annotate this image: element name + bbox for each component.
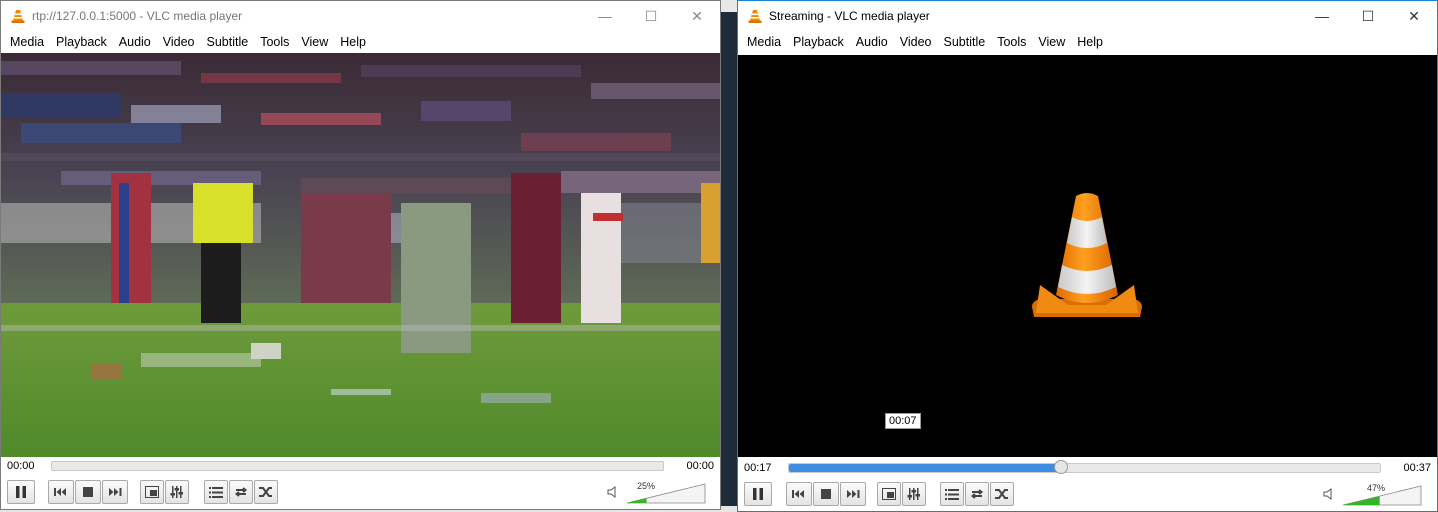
elapsed-time: 00:00 (7, 460, 35, 472)
fullscreen-icon (882, 488, 896, 500)
menu-media[interactable]: Media (4, 31, 50, 53)
stop-button[interactable] (75, 480, 101, 504)
video-area[interactable] (1, 53, 720, 457)
window-title: Streaming - VLC media player (769, 9, 930, 23)
elapsed-time: 00:17 (744, 462, 772, 474)
volume-slider[interactable]: 47% (1341, 483, 1423, 507)
vlc-cone-icon (1032, 193, 1142, 317)
menu-subtitle[interactable]: Subtitle (938, 31, 992, 53)
minimize-button[interactable]: — (1299, 1, 1345, 31)
menu-audio[interactable]: Audio (113, 31, 157, 53)
pause-button[interactable] (744, 482, 772, 506)
stop-button[interactable] (813, 482, 839, 506)
menu-subtitle[interactable]: Subtitle (201, 31, 255, 53)
control-bar: 25% (1, 478, 720, 506)
previous-button[interactable] (48, 480, 74, 504)
close-button[interactable]: ✕ (1391, 1, 1437, 31)
menu-help[interactable]: Help (334, 31, 372, 53)
window-title: rtp://127.0.0.1:5000 - VLC media player (32, 9, 243, 23)
vlc-cone-icon (748, 10, 762, 23)
stop-icon (821, 489, 831, 499)
speaker-icon[interactable] (607, 486, 619, 498)
maximize-button[interactable]: ☐ (628, 1, 674, 31)
next-button[interactable] (102, 480, 128, 504)
extended-settings-button[interactable] (165, 480, 189, 504)
fullscreen-button[interactable] (877, 482, 901, 506)
menu-video[interactable]: Video (894, 31, 938, 53)
total-time: 00:37 (1403, 462, 1431, 474)
menu-help[interactable]: Help (1071, 31, 1109, 53)
shuffle-icon (995, 489, 1008, 499)
next-button[interactable] (840, 482, 866, 506)
volume-slider[interactable]: 25% (625, 481, 707, 505)
shuffle-button[interactable] (990, 482, 1014, 506)
menu-media[interactable]: Media (741, 31, 787, 53)
video-frame (1, 53, 720, 457)
stop-icon (83, 487, 93, 497)
shuffle-button[interactable] (254, 480, 278, 504)
extended-settings-button[interactable] (902, 482, 926, 506)
pause-icon (753, 488, 763, 500)
fullscreen-icon (145, 486, 159, 498)
minimize-button[interactable]: — (582, 1, 628, 31)
menu-playback[interactable]: Playback (50, 31, 113, 53)
seek-slider[interactable] (788, 460, 1381, 474)
menu-bar: Media Playback Audio Video Subtitle Tool… (738, 31, 1437, 53)
pause-icon (16, 486, 26, 498)
seek-progress (789, 464, 1061, 472)
previous-icon (54, 488, 66, 496)
playlist-icon (209, 486, 223, 498)
maximize-button[interactable]: ☐ (1345, 1, 1391, 31)
previous-button[interactable] (786, 482, 812, 506)
menu-view[interactable]: View (1032, 31, 1071, 53)
loop-button[interactable] (229, 480, 253, 504)
vlc-window-rtp: rtp://127.0.0.1:5000 - VLC media player … (0, 0, 721, 510)
playlist-button[interactable] (940, 482, 964, 506)
title-bar[interactable]: rtp://127.0.0.1:5000 - VLC media player … (1, 1, 720, 31)
fullscreen-button[interactable] (140, 480, 164, 504)
next-icon (109, 488, 122, 496)
video-area[interactable] (738, 55, 1437, 457)
volume-label: 25% (637, 481, 656, 491)
shuffle-icon (259, 487, 272, 497)
menu-video[interactable]: Video (157, 31, 201, 53)
volume-label: 47% (1367, 483, 1386, 493)
extended-settings-icon (170, 486, 183, 498)
menu-audio[interactable]: Audio (850, 31, 894, 53)
loop-icon (970, 489, 984, 499)
loop-button[interactable] (965, 482, 989, 506)
title-bar[interactable]: Streaming - VLC media player — ☐ ✕ (738, 1, 1437, 31)
playlist-button[interactable] (204, 480, 228, 504)
seek-time-tooltip: 00:07 (885, 413, 921, 429)
seek-handle[interactable] (1053, 460, 1068, 474)
menu-tools[interactable]: Tools (254, 31, 295, 53)
extended-settings-icon (907, 488, 920, 500)
playlist-icon (945, 488, 959, 500)
menu-playback[interactable]: Playback (787, 31, 850, 53)
vlc-window-streaming: Streaming - VLC media player — ☐ ✕ Media… (737, 0, 1438, 512)
close-button[interactable]: ✕ (674, 1, 720, 31)
previous-icon (792, 490, 804, 498)
total-time: 00:00 (686, 460, 714, 472)
menu-bar: Media Playback Audio Video Subtitle Tool… (1, 31, 720, 53)
seek-row: 00:17 00:37 (738, 459, 1437, 477)
menu-tools[interactable]: Tools (991, 31, 1032, 53)
menu-view[interactable]: View (295, 31, 334, 53)
seek-row: 00:00 00:00 (1, 457, 720, 475)
control-bar: 47% (738, 480, 1437, 508)
loop-icon (234, 487, 248, 497)
next-icon (847, 490, 860, 498)
speaker-icon[interactable] (1323, 488, 1335, 500)
vlc-cone-icon (11, 10, 25, 23)
seek-slider[interactable] (51, 461, 664, 471)
pause-button[interactable] (7, 480, 35, 504)
